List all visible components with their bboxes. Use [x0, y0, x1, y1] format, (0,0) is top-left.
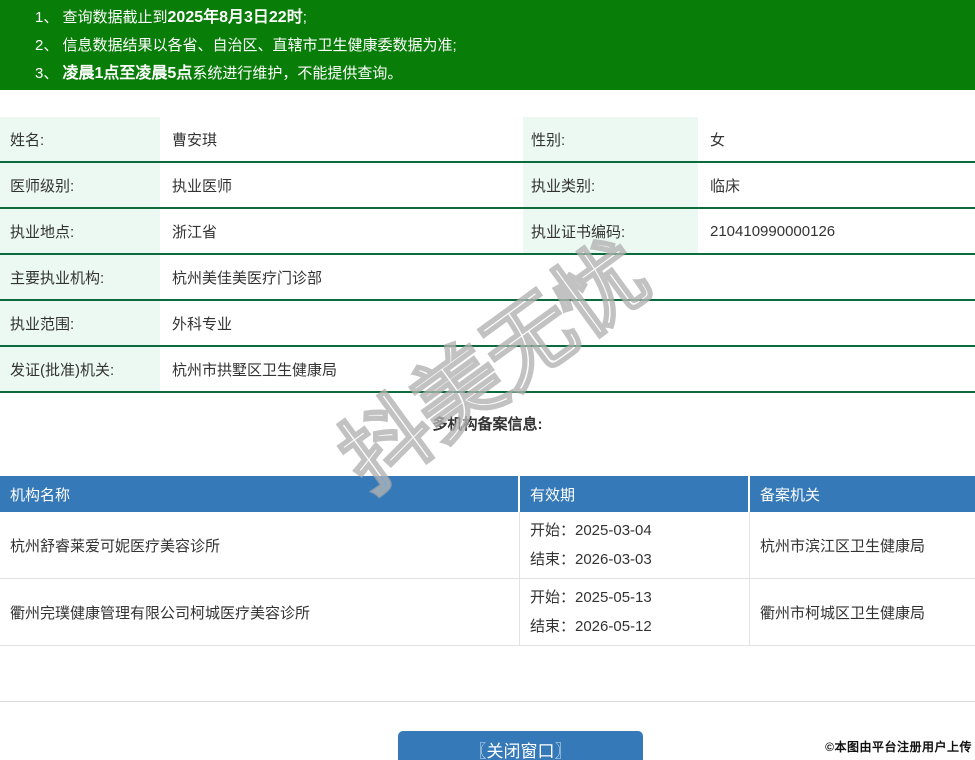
gender-value: 女	[698, 117, 975, 161]
notice-line-3: 3、 凌晨1点至凌晨5点系统进行维护，不能提供查询。	[35, 60, 965, 88]
org-name-cell: 杭州舒睿莱爱可妮医疗美容诊所	[0, 512, 520, 578]
main-institution-value: 杭州美佳美医疗门诊部	[160, 255, 975, 299]
practice-scope-value: 外科专业	[160, 301, 975, 345]
multi-org-section-title: 多机构备案信息:	[0, 413, 975, 431]
name-label: 姓名:	[0, 117, 160, 161]
notice-line-1-post: ;	[303, 9, 307, 26]
gender-label: 性别:	[523, 117, 698, 161]
profile-row-main-institution: 主要执业机构: 杭州美佳美医疗门诊部	[0, 255, 975, 301]
profile-row-name-gender: 姓名: 曹安琪 性别: 女	[0, 117, 975, 163]
uploaded-by-note: ©本图由平台注册用户上传	[825, 738, 972, 755]
issuing-authority-value: 杭州市拱墅区卫生健康局	[160, 347, 975, 391]
main-institution-label: 主要执业机构:	[0, 255, 160, 299]
notice-line-3-post: 系统进行维护，不能提供查询。	[192, 65, 402, 82]
practitioner-profile-table: 姓名: 曹安琪 性别: 女 医师级别: 执业医师 执业类别: 临床 执业地点: …	[0, 117, 975, 393]
profile-row-level-category: 医师级别: 执业医师 执业类别: 临床	[0, 163, 975, 209]
filing-authority-cell: 衢州市柯城区卫生健康局	[750, 579, 975, 645]
profile-row-practice-scope: 执业范围: 外科专业	[0, 301, 975, 347]
multi-org-table: 机构名称 有效期 备案机关 杭州舒睿莱爱可妮医疗美容诊所 开始：2025-03-…	[0, 476, 975, 646]
notice-line-1-bold: 2025年8月3日22时	[168, 9, 303, 26]
footer-divider	[0, 701, 975, 702]
validity-cell: 开始：2025-03-04 结束：2026-03-03	[520, 512, 750, 578]
notice-line-3-pre: 3、	[35, 65, 63, 82]
doctor-level-value: 执业医师	[160, 163, 523, 207]
filing-authority-cell: 杭州市滨江区卫生健康局	[750, 512, 975, 578]
certificate-no-label: 执业证书编码:	[523, 209, 698, 253]
notice-line-3-bold: 凌晨1点至凌晨5点	[63, 65, 193, 82]
practice-category-label: 执业类别:	[523, 163, 698, 207]
validity-start: 开始：2025-05-13	[530, 583, 652, 612]
notice-line-2-pre: 2、 信息数据结果以各省、自治区、直辖市卫生健康委数据为准;	[35, 37, 457, 54]
certificate-no-value: 210410990000126	[698, 209, 975, 253]
name-value: 曹安琪	[160, 117, 523, 161]
practice-scope-label: 执业范围:	[0, 301, 160, 345]
notice-line-2: 2、 信息数据结果以各省、自治区、直辖市卫生健康委数据为准;	[35, 32, 965, 60]
multi-org-table-header: 机构名称 有效期 备案机关	[0, 476, 975, 512]
close-window-button[interactable]: 〖关闭窗口〗	[398, 731, 643, 760]
table-row: 杭州舒睿莱爱可妮医疗美容诊所 开始：2025-03-04 结束：2026-03-…	[0, 512, 975, 579]
doctor-level-label: 医师级别:	[0, 163, 160, 207]
query-result-page: 1、 查询数据截止到2025年8月3日22时; 2、 信息数据结果以各省、自治区…	[0, 0, 975, 760]
validity-end: 结束：2026-05-12	[530, 612, 652, 641]
notice-banner: 1、 查询数据截止到2025年8月3日22时; 2、 信息数据结果以各省、自治区…	[0, 0, 975, 90]
org-name-column-header: 机构名称	[0, 476, 520, 512]
issuing-authority-label: 发证(批准)机关:	[0, 347, 160, 391]
practice-location-label: 执业地点:	[0, 209, 160, 253]
filing-authority-column-header: 备案机关	[750, 476, 975, 512]
practice-location-value: 浙江省	[160, 209, 523, 253]
profile-row-location-cert: 执业地点: 浙江省 执业证书编码: 210410990000126	[0, 209, 975, 255]
validity-column-header: 有效期	[520, 476, 750, 512]
notice-line-1: 1、 查询数据截止到2025年8月3日22时;	[35, 4, 965, 32]
practice-category-value: 临床	[698, 163, 975, 207]
table-row: 衢州完璞健康管理有限公司柯城医疗美容诊所 开始：2025-05-13 结束：20…	[0, 579, 975, 646]
profile-row-issuing-authority: 发证(批准)机关: 杭州市拱墅区卫生健康局	[0, 347, 975, 393]
notice-line-1-pre: 1、 查询数据截止到	[35, 9, 168, 26]
org-name-cell: 衢州完璞健康管理有限公司柯城医疗美容诊所	[0, 579, 520, 645]
validity-end: 结束：2026-03-03	[530, 545, 652, 574]
validity-start: 开始：2025-03-04	[530, 516, 652, 545]
validity-cell: 开始：2025-05-13 结束：2026-05-12	[520, 579, 750, 645]
